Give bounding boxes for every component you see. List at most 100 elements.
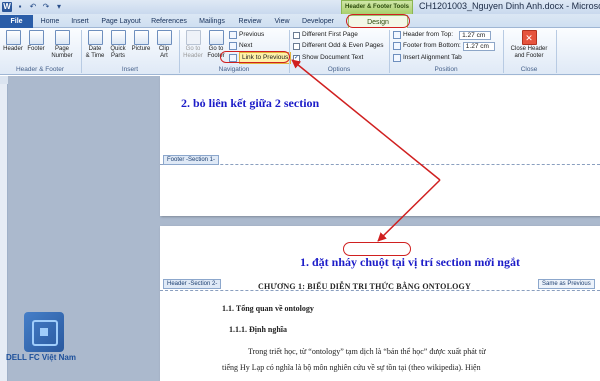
window-title: CH1201003_Nguyen Dinh Anh.docx - Microso… xyxy=(419,1,600,11)
group-position: Position xyxy=(434,66,458,73)
tab-view[interactable]: View xyxy=(272,15,292,28)
previous-icon xyxy=(229,31,237,39)
picture-label: Picture xyxy=(131,46,151,52)
save-icon[interactable]: ▪ xyxy=(15,2,25,12)
go-to-footer-label-1: Go to xyxy=(208,46,224,52)
previous-label: Previous xyxy=(239,31,265,38)
cursor-position-highlight xyxy=(343,242,411,256)
tab-developer[interactable]: Developer xyxy=(300,15,336,28)
picture-button[interactable]: Picture xyxy=(130,30,152,53)
tab-mailings[interactable]: Mailings xyxy=(197,15,227,28)
tab-file[interactable]: File xyxy=(0,15,33,28)
picture-icon xyxy=(133,30,149,45)
footer-boundary xyxy=(160,164,600,165)
header-footer-tools-label: Header & Footer Tools xyxy=(341,0,413,14)
tab-insert[interactable]: Insert xyxy=(69,15,91,28)
footer-position-icon xyxy=(393,42,401,50)
date-time-button[interactable]: Date & Time xyxy=(84,30,106,59)
footer-section-1-tag: Footer -Section 1- xyxy=(163,155,220,165)
show-document-text-option[interactable]: ✓ Show Document Text xyxy=(293,53,363,63)
undo-icon[interactable]: ↶ xyxy=(28,2,38,12)
tab-references[interactable]: References xyxy=(150,15,188,28)
clip-art-button[interactable]: Clip Art xyxy=(153,30,175,59)
ruler-toggle[interactable] xyxy=(0,76,8,84)
different-odd-even-label: Different Odd & Even Pages xyxy=(302,42,384,49)
instruction-step-1: 1. đặt nháy chuột tại vị trí section mới… xyxy=(300,255,520,269)
same-as-previous-tag: Same as Previous xyxy=(538,279,595,289)
quick-parts-button[interactable]: Quick Parts xyxy=(107,30,129,59)
different-odd-even-option[interactable]: Different Odd & Even Pages xyxy=(293,41,384,51)
group-close: Close xyxy=(520,66,538,73)
page-number-icon xyxy=(54,30,70,45)
dell-fc-logo xyxy=(24,312,64,352)
footer-from-bottom-row: Footer from Bottom: 1.27 cm xyxy=(393,41,495,51)
insert-alignment-tab-label: Insert Alignment Tab xyxy=(403,54,462,61)
group-insert: Insert xyxy=(121,66,139,73)
close-label-1: Close Header xyxy=(510,46,548,52)
next-icon xyxy=(229,42,237,50)
group-navigation: Navigation xyxy=(218,66,250,73)
different-odd-even-checkbox[interactable] xyxy=(293,42,300,50)
tab-review[interactable]: Review xyxy=(236,15,264,28)
clip-art-label-1: Clip xyxy=(158,46,170,52)
close-icon xyxy=(521,30,537,45)
clip-art-label-2: Art xyxy=(160,52,168,59)
header-section-2-tag: Header -Section 2- xyxy=(163,279,222,289)
section-heading-1-1-1: 1.1.1. Định nghĩa xyxy=(229,325,288,334)
footer-from-bottom-input[interactable]: 1.27 cm xyxy=(462,41,495,51)
different-first-page-checkbox[interactable] xyxy=(293,31,300,39)
footer-icon xyxy=(28,30,44,45)
go-to-header-button[interactable]: Go to Header xyxy=(182,30,204,59)
word-icon[interactable]: W xyxy=(2,2,12,12)
separator xyxy=(556,30,557,73)
previous-button[interactable]: Previous xyxy=(229,30,264,40)
tab-page-layout[interactable]: Page Layout xyxy=(100,15,142,28)
quick-access-toolbar: W ▪ ↶ ↷ ▾ xyxy=(2,2,64,12)
footer-button[interactable]: Footer xyxy=(25,30,47,53)
tab-home[interactable]: Home xyxy=(38,15,62,28)
footer-from-bottom-label: Footer from Bottom: xyxy=(403,42,461,49)
page-number-label-1: Page xyxy=(54,46,69,52)
close-header-footer-button[interactable]: Close Header and Footer xyxy=(507,30,551,59)
quick-parts-icon xyxy=(110,30,126,45)
title-bar: W ▪ ↶ ↷ ▾ Header & Footer Tools CH120100… xyxy=(0,0,600,14)
link-to-previous-highlight xyxy=(220,51,290,63)
group-header-footer: Header & Footer xyxy=(15,66,65,73)
header-position-icon xyxy=(393,31,401,39)
chapter-heading: CHƯƠNG 1: BIỂU DIỄN TRI THỨC BẰNG ONTOLO… xyxy=(258,282,471,291)
page-number-button[interactable]: Page Number xyxy=(49,30,75,59)
instruction-step-2: 2. bỏ liên kết giữa 2 section xyxy=(181,96,320,110)
go-to-header-label-1: Go to xyxy=(185,46,201,52)
watermark-text: DELL FC Việt Nam xyxy=(6,353,76,362)
quick-parts-label-1: Quick xyxy=(110,46,126,52)
next-label: Next xyxy=(239,42,253,49)
header-from-top-input[interactable]: 1.27 cm xyxy=(459,30,492,40)
different-first-page-option[interactable]: Different First Page xyxy=(293,30,358,40)
go-to-header-label-2: Header xyxy=(183,52,203,59)
ribbon-tab-bar: File Home Insert Page Layout References … xyxy=(0,14,600,28)
insert-alignment-tab-button[interactable]: Insert Alignment Tab xyxy=(393,53,462,63)
close-label-2: and Footer xyxy=(514,52,544,59)
ribbon: Header Footer Page Number Header & Foote… xyxy=(0,28,600,75)
design-tab-highlight xyxy=(346,14,410,28)
date-time-label-1: Date xyxy=(88,46,102,52)
quick-parts-label-2: Parts xyxy=(110,52,125,59)
paragraph-line-1: Trong triết học, từ “ontology” tạm dịch … xyxy=(248,347,486,356)
show-document-text-label: Show Document Text xyxy=(302,54,364,61)
header-label: Header xyxy=(3,46,23,52)
page-number-label-2: Number xyxy=(51,52,73,59)
header-from-top-row: Header from Top: 1.27 cm xyxy=(393,30,492,40)
alignment-tab-icon xyxy=(393,54,401,62)
next-button[interactable]: Next xyxy=(229,41,252,51)
vertical-ruler[interactable] xyxy=(0,76,8,381)
redo-icon[interactable]: ↷ xyxy=(41,2,51,12)
different-first-page-label: Different First Page xyxy=(302,31,358,38)
paragraph-line-2: tiếng Hy Lạp có nghĩa là bộ môn nghiên c… xyxy=(222,363,481,372)
go-to-footer-icon xyxy=(208,30,224,45)
footer-label: Footer xyxy=(27,46,45,52)
group-options: Options xyxy=(327,66,351,73)
header-button[interactable]: Header xyxy=(2,30,24,53)
show-document-text-checkbox[interactable]: ✓ xyxy=(293,54,300,62)
clip-art-icon xyxy=(156,30,172,45)
customize-icon[interactable]: ▾ xyxy=(54,2,64,12)
